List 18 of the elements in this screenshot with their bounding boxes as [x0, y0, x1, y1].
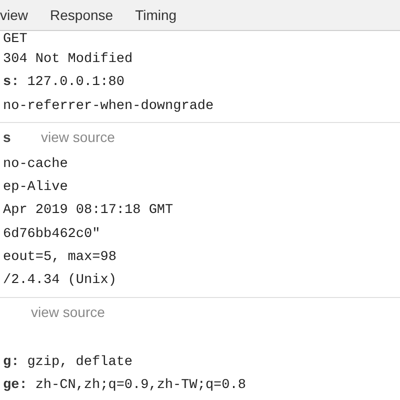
header-line: /2.4.34 (Unix): [3, 272, 118, 290]
header-line: eout=5, max=98: [3, 249, 118, 268]
header-line: 6d76bb462c0": [3, 226, 102, 244]
tab[interactable]: view: [0, 4, 28, 26]
view-source-link[interactable]: view source: [41, 127, 115, 148]
tab[interactable]: Timing: [135, 4, 177, 26]
view-source-link[interactable]: view source: [31, 302, 105, 324]
header-line: no-referrer-when-downgrade: [3, 98, 215, 116]
header-line: Apr 2019 08:17:18 GMT: [3, 202, 174, 220]
section-title: s: [3, 128, 12, 148]
header-line: ep-Alive: [3, 179, 69, 198]
header-line: GET: [3, 32, 28, 48]
header-line: ge: zh-CN,zh;q=0.9,zh-TW;q=0.8: [3, 376, 247, 395]
header-line: 304 Not Modified: [3, 51, 134, 69]
header-line: no-cache: [3, 156, 69, 174]
header-line: g: gzip, deflate: [3, 354, 134, 372]
header-line: s: 127.0.0.1:80: [3, 74, 126, 92]
tab[interactable]: Response: [50, 4, 114, 26]
